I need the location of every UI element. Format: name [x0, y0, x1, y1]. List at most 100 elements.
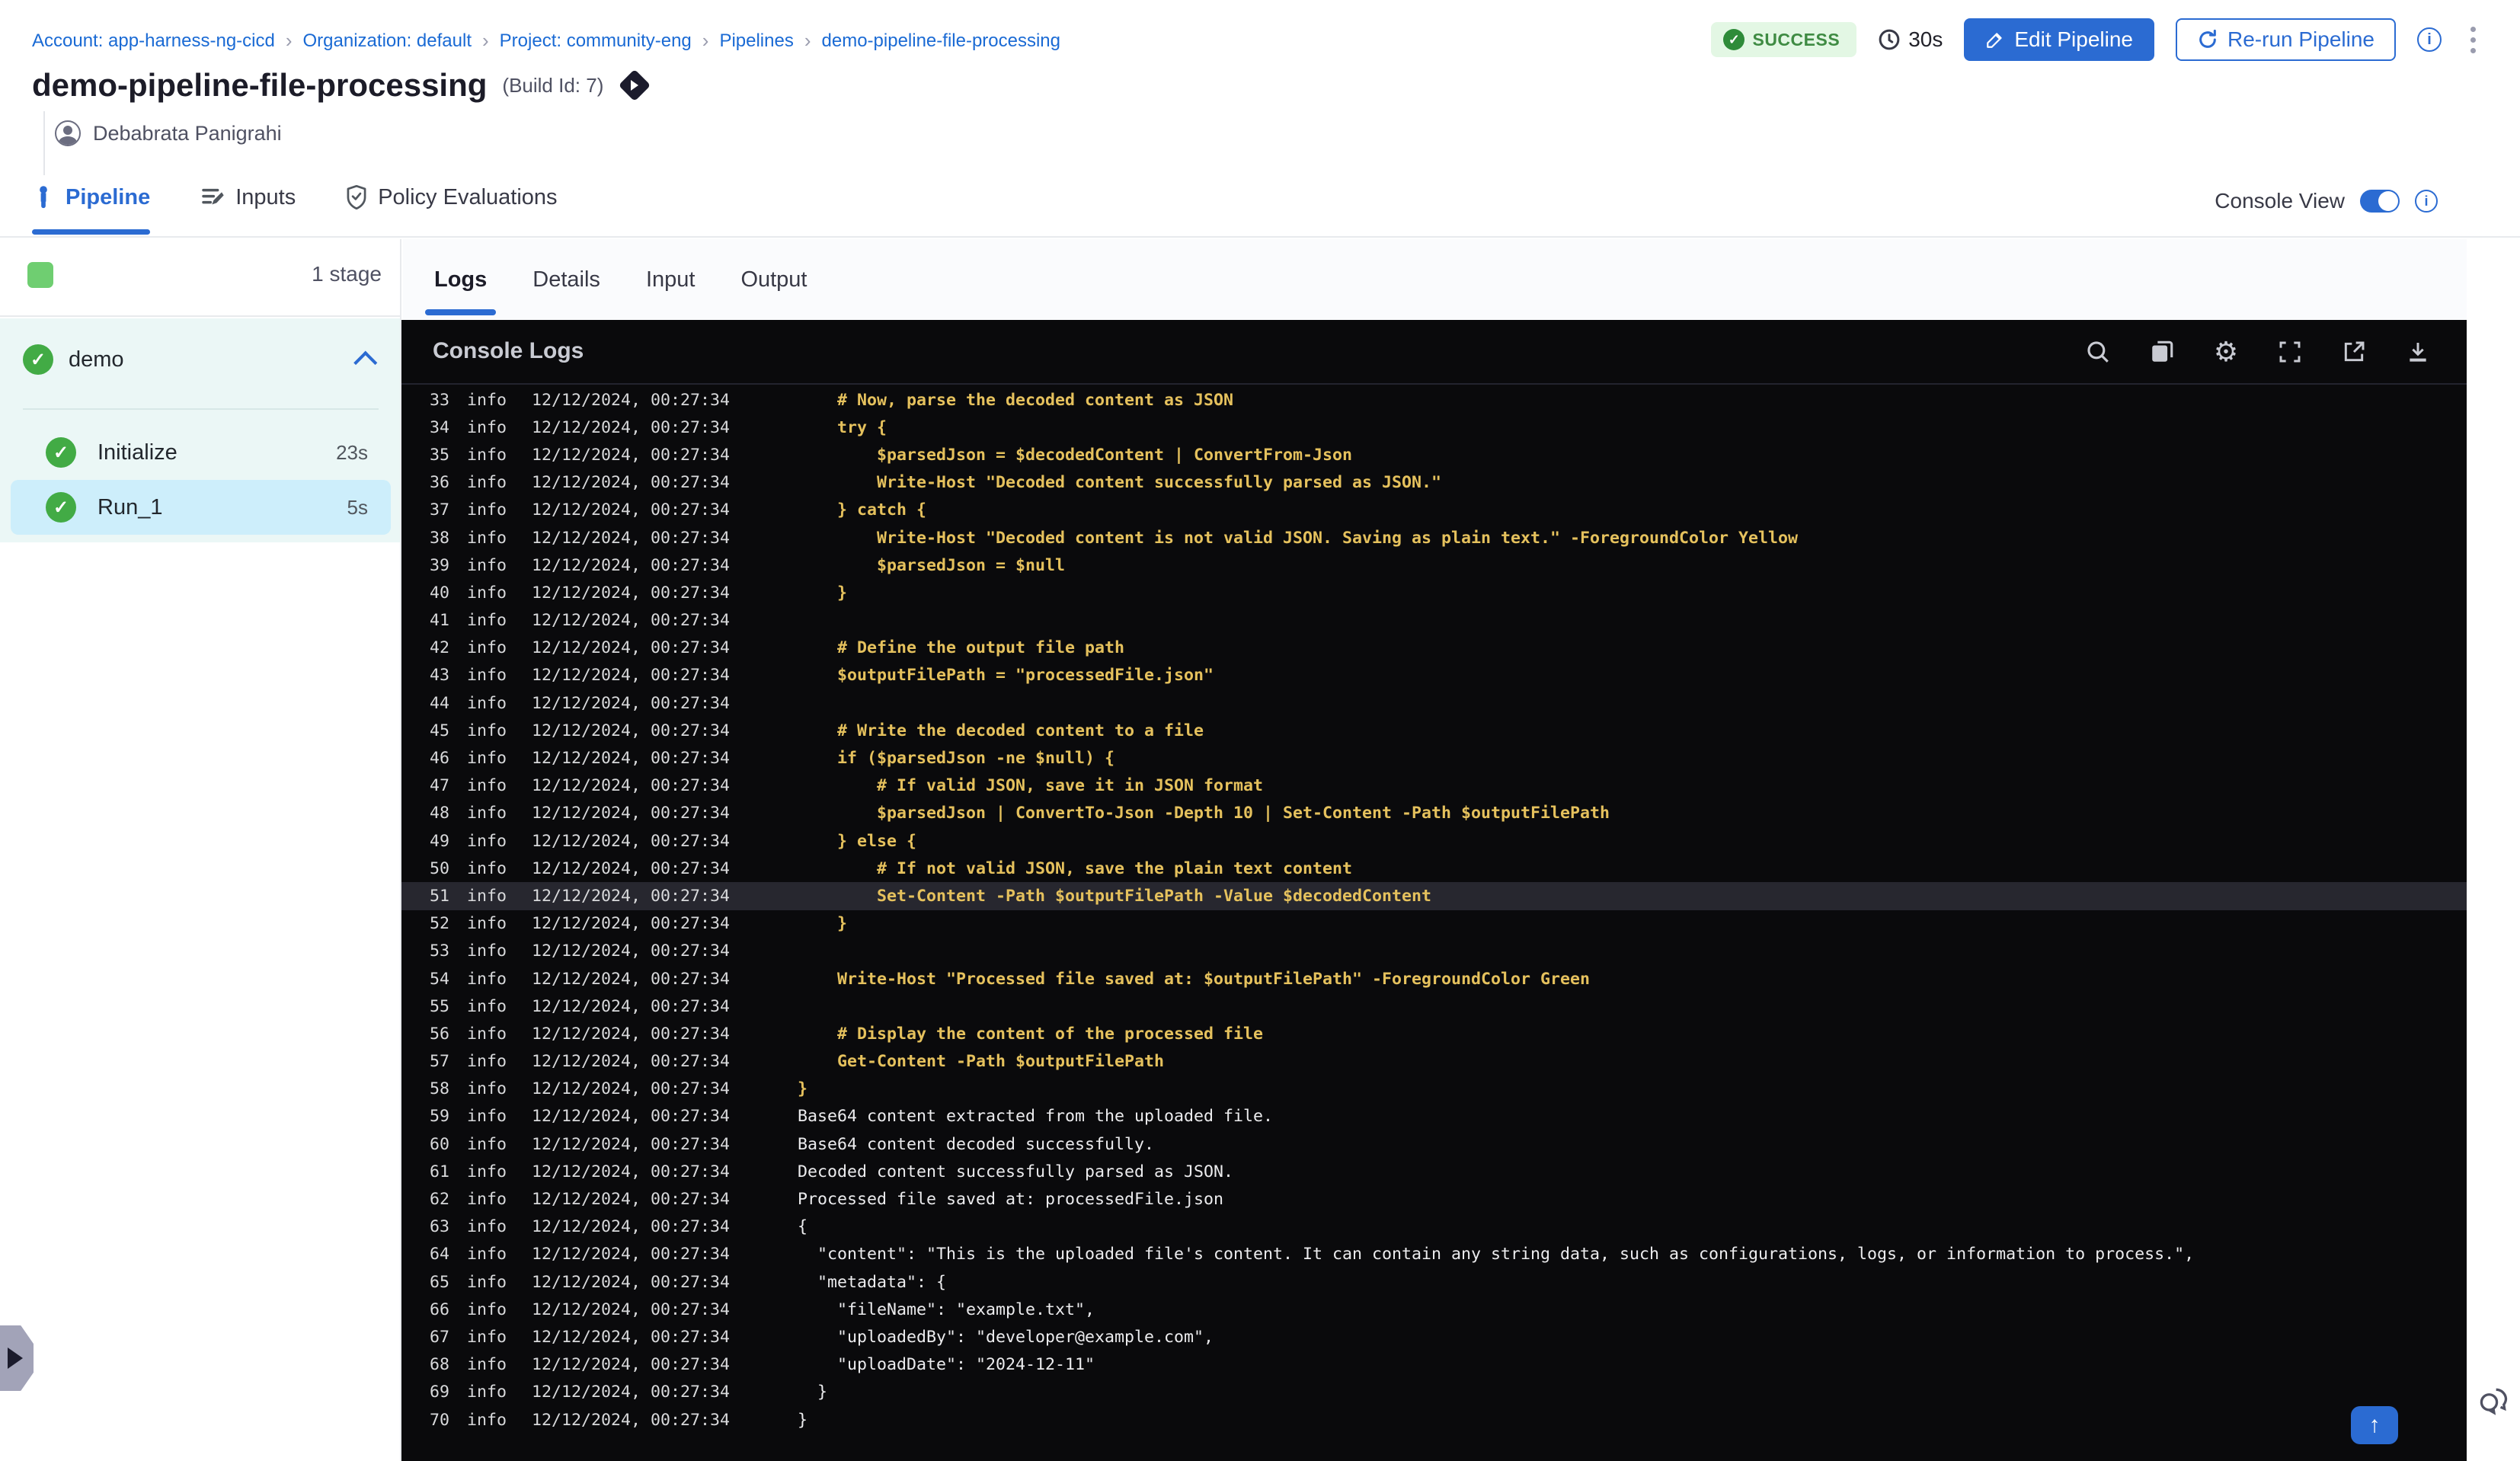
log-line: 43 info 12/12/2024, 00:27:34 $outputFilePa…	[430, 666, 1214, 686]
console-view-label: Console View	[2215, 189, 2345, 213]
log-detail-tabs: Logs Details Input Output	[403, 239, 2520, 320]
log-line: 50 info 12/12/2024, 00:27:34 # If not vali…	[430, 858, 1353, 878]
log-line: 56 info 12/12/2024, 00:27:34 # Display the…	[430, 1024, 1264, 1044]
execution-source-icon[interactable]	[619, 69, 651, 102]
log-line: 61 info 12/12/2024, 00:27:34 Decoded conten…	[430, 1162, 1234, 1181]
tab-input[interactable]: Input	[646, 239, 696, 320]
log-line: 48 info 12/12/2024, 00:27:34 $parsedJson |…	[430, 804, 1610, 823]
log-line: 40 info 12/12/2024, 00:27:34 }	[430, 583, 848, 603]
rerun-icon	[2199, 29, 2216, 48]
breadcrumb-separator: ›	[285, 29, 293, 52]
chevron-up-icon	[353, 350, 378, 375]
log-line: 47 info 12/12/2024, 00:27:34 # If valid JS…	[430, 776, 1264, 796]
tab-details[interactable]: Details	[532, 239, 600, 320]
stage-group-demo: ✓ demo ✓ Initialize 23s ✓ Run_1 5s	[0, 318, 400, 542]
stage-sidebar: 1 stage ✓ demo ✓ Initialize 23s ✓ Run_1 …	[0, 239, 401, 1461]
gear-icon[interactable]: ⚙	[2209, 335, 2243, 369]
log-line: 36 info 12/12/2024, 00:27:34 Write-Host "D…	[430, 473, 1442, 493]
step-label: Run_1	[98, 494, 163, 520]
log-line: 59 info 12/12/2024, 00:27:34 Base64 content…	[430, 1107, 1274, 1127]
tab-pipeline[interactable]: Pipeline	[32, 184, 151, 235]
rerun-info-icon[interactable]: i	[2417, 27, 2442, 52]
tab-policy-evaluations[interactable]: Policy Evaluations	[346, 185, 558, 216]
external-link-icon[interactable]	[2337, 335, 2371, 369]
log-line: 44 info 12/12/2024, 00:27:34	[430, 693, 731, 713]
log-line: 38 info 12/12/2024, 00:27:34 Write-Host "D…	[430, 528, 1799, 548]
breadcrumb-organization[interactable]: Organization: default	[303, 30, 472, 52]
page-title: demo-pipeline-file-processing	[32, 67, 488, 103]
log-lines[interactable]: 33 info 12/12/2024, 00:27:34 # Now, parse …	[401, 386, 2467, 1461]
log-line: 33 info 12/12/2024, 00:27:34 # Now, parse …	[430, 390, 1234, 410]
step-duration: 23s	[336, 440, 368, 464]
pipeline-icon	[40, 186, 47, 209]
download-icon[interactable]	[2401, 335, 2435, 369]
log-line: 51 info 12/12/2024, 00:27:34 Set-Content -…	[401, 882, 2467, 910]
step-duration: 5s	[347, 495, 368, 519]
log-line: 39 info 12/12/2024, 00:27:34 $parsedJson =…	[430, 555, 1066, 575]
log-line: 65 info 12/12/2024, 00:27:34 "metadata": {	[430, 1272, 947, 1292]
rerun-pipeline-button[interactable]: Re-run Pipeline	[2176, 18, 2396, 61]
step-success-icon: ✓	[46, 492, 76, 523]
stage-status-square-icon	[27, 262, 53, 288]
success-check-icon: ✓	[1723, 29, 1745, 50]
log-line: 37 info 12/12/2024, 00:27:34 } catch {	[430, 500, 927, 520]
log-line: 55 info 12/12/2024, 00:27:34	[430, 996, 731, 1016]
breadcrumb-separator: ›	[482, 29, 489, 52]
log-line: 70 info 12/12/2024, 00:27:34}	[430, 1410, 808, 1430]
divider	[23, 408, 379, 410]
log-line: 35 info 12/12/2024, 00:27:34 $parsedJson =…	[430, 445, 1353, 465]
console-view-toggle[interactable]	[2360, 190, 2400, 213]
shield-check-icon	[347, 185, 366, 209]
status-badge: ✓ SUCCESS	[1711, 22, 1857, 57]
log-line: 67 info 12/12/2024, 00:27:34 "uploadedBy":…	[430, 1327, 1214, 1347]
stage-success-icon: ✓	[23, 344, 53, 375]
breadcrumb-account[interactable]: Account: app-harness-ng-cicd	[32, 30, 275, 52]
step-row-run-1[interactable]: ✓ Run_1 5s	[11, 480, 391, 535]
search-icon[interactable]	[2081, 335, 2115, 369]
log-line: 63 info 12/12/2024, 00:27:34{	[430, 1217, 808, 1237]
step-label: Initialize	[98, 440, 177, 465]
pencil-icon	[1987, 33, 2003, 48]
edit-pipeline-button[interactable]: Edit Pipeline	[1964, 18, 2154, 61]
log-line: 34 info 12/12/2024, 00:27:34 try {	[430, 417, 887, 437]
tab-logs[interactable]: Logs	[424, 239, 497, 320]
author-name: Debabrata Panigrahi	[93, 121, 282, 145]
tab-output[interactable]: Output	[740, 239, 807, 320]
duration: 30s	[1878, 27, 1943, 52]
log-line: 42 info 12/12/2024, 00:27:34 # Define the …	[430, 638, 1125, 658]
console-title: Console Logs	[433, 338, 584, 363]
console-header: Console Logs ⚙	[401, 320, 2467, 385]
console-view-info-icon[interactable]: i	[2415, 190, 2438, 213]
step-row-initialize[interactable]: ✓ Initialize 23s	[11, 425, 391, 480]
stage-count-label: 1 stage	[312, 262, 382, 286]
breadcrumb-separator: ›	[702, 29, 709, 52]
tab-inputs[interactable]: Inputs	[200, 185, 296, 216]
build-id: (Build Id: 7)	[502, 73, 604, 97]
stage-name: demo	[69, 347, 124, 372]
scroll-to-top-button[interactable]: ↑	[2351, 1406, 2398, 1444]
chat-support-icon[interactable]	[2476, 1384, 2511, 1421]
log-line: 52 info 12/12/2024, 00:27:34 }	[430, 914, 848, 934]
step-success-icon: ✓	[46, 437, 76, 468]
expand-arrow-icon	[8, 1348, 23, 1369]
divider	[43, 111, 45, 175]
breadcrumb: Account: app-harness-ng-cicd › Organizat…	[32, 29, 1060, 53]
log-line: 58 info 12/12/2024, 00:27:34}	[430, 1079, 808, 1099]
log-line: 49 info 12/12/2024, 00:27:34 } else {	[430, 831, 917, 851]
copy-icon[interactable]	[2145, 335, 2179, 369]
log-line: 54 info 12/12/2024, 00:27:34 Write-Host "P…	[430, 969, 1591, 989]
log-line: 62 info 12/12/2024, 00:27:34 Processed file…	[430, 1190, 1224, 1210]
log-line: 45 info 12/12/2024, 00:27:34 # Write the d…	[430, 721, 1204, 740]
breadcrumb-pipelines[interactable]: Pipelines	[719, 30, 793, 52]
fullscreen-icon[interactable]	[2273, 335, 2307, 369]
breadcrumb-project[interactable]: Project: community-eng	[500, 30, 692, 52]
breadcrumb-current-pipeline[interactable]: demo-pipeline-file-processing	[822, 30, 1061, 52]
more-options-menu-icon[interactable]	[2463, 22, 2483, 58]
stage-header-demo[interactable]: ✓ demo	[0, 337, 400, 382]
right-gutter	[2467, 239, 2520, 1461]
user-avatar-icon	[55, 120, 81, 146]
log-line: 57 info 12/12/2024, 00:27:34 Get-Content -…	[430, 1052, 1165, 1072]
inputs-icon	[202, 188, 224, 205]
author-row: Debabrata Panigrahi	[55, 120, 282, 146]
breadcrumb-separator: ›	[804, 29, 811, 52]
